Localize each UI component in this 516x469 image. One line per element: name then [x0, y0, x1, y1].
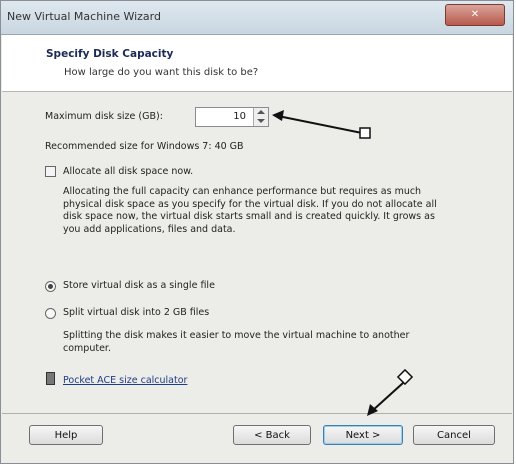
annotation-diamond-marker: [396, 368, 414, 386]
annotation-arrow-line: [277, 115, 363, 134]
annotation-square-marker: [359, 127, 371, 139]
annotation-arrowhead: [272, 110, 284, 121]
annotation-arrow-line: [371, 382, 404, 412]
annotation-overlay: [272, 110, 414, 416]
